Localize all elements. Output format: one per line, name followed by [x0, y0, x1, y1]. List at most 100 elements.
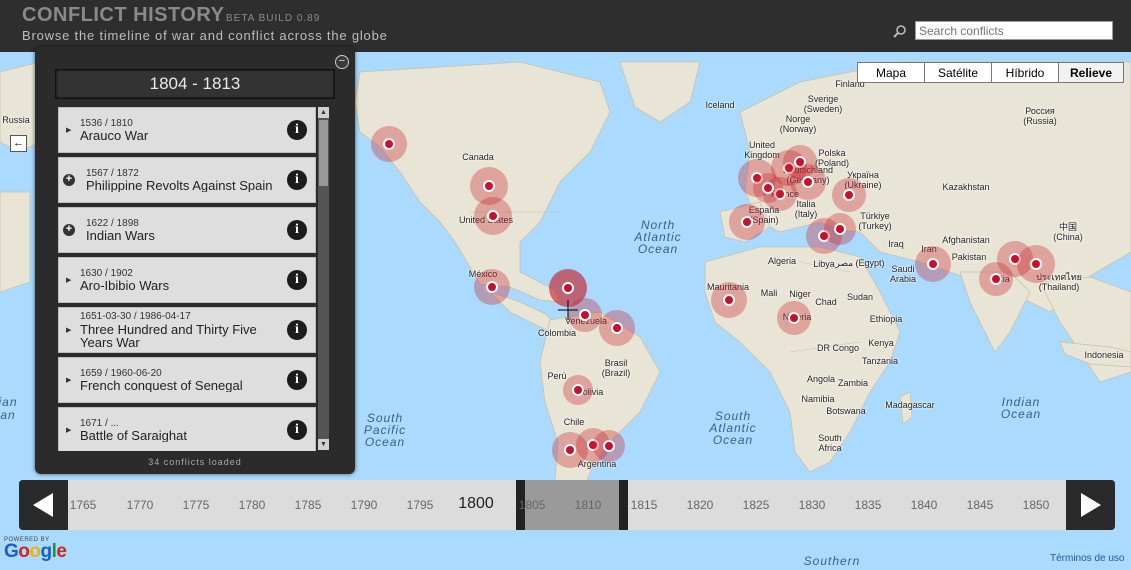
tick-label: 1815 — [630, 498, 658, 512]
date-range-display: 1804 - 1813 — [55, 69, 335, 99]
info-icon[interactable]: i — [287, 170, 307, 190]
conflict-dates: 1651-03-30 / 1986-04-17 — [80, 311, 191, 322]
tick-label: 1835 — [854, 498, 882, 512]
conflict-marker[interactable] — [371, 126, 407, 162]
label-colombia: Colombia — [537, 328, 577, 338]
label-namibia: Namibia — [801, 394, 835, 404]
info-icon[interactable]: i — [287, 120, 307, 140]
list-scrollbar[interactable]: ▲ ▼ — [318, 107, 329, 450]
conflict-dates: 1659 / 1960-06-20 — [80, 368, 162, 379]
conflict-name: Arauco War — [80, 129, 149, 142]
prev-arrow-icon — [33, 493, 53, 517]
list-item[interactable]: + 1567 / 1872 Philippine Revolts Against… — [58, 157, 316, 203]
collapse-icon[interactable]: − — [335, 55, 349, 69]
triangle-icon[interactable]: ▶ — [66, 126, 71, 134]
terms-link[interactable]: Términos de uso — [1050, 553, 1124, 564]
tick-label: 1810 — [574, 498, 602, 512]
search-icon[interactable] — [893, 24, 907, 38]
conflict-marker[interactable] — [563, 375, 593, 405]
label-tanzania: Tanzania — [861, 356, 899, 366]
info-icon[interactable]: i — [287, 370, 307, 390]
label-china: 中国 (China) — [1053, 222, 1083, 242]
conflict-marker[interactable] — [711, 282, 747, 318]
conflict-dates: 1536 / 1810 — [80, 118, 133, 129]
conflict-marker[interactable] — [777, 301, 811, 335]
label-brazil: Brasil (Brazil) — [601, 358, 631, 378]
label-kenya: Kenya — [868, 338, 894, 348]
label-north-atlantic: North Atlantic Ocean — [634, 218, 682, 256]
conflict-list-panel: − 1804 - 1813 ▶ 1536 / 1810 Arauco War i… — [35, 47, 355, 474]
label-chile: Chile — [563, 417, 585, 427]
expand-plus-icon[interactable]: + — [63, 174, 75, 186]
label-pakistan: Pakistan — [951, 252, 987, 262]
conflict-marker[interactable] — [593, 430, 625, 462]
label-botswana: Botswana — [826, 406, 866, 416]
info-icon[interactable]: i — [287, 320, 307, 340]
conflict-marker[interactable] — [753, 173, 783, 203]
conflict-marker[interactable] — [474, 269, 510, 305]
label-norway: Norge (Norway) — [779, 114, 817, 134]
map-type-relieve[interactable]: Relieve — [1058, 62, 1124, 83]
label-afghanistan: Afghanistan — [942, 235, 990, 245]
next-arrow-icon — [1081, 493, 1101, 517]
list-item[interactable]: ▶ 1630 / 1902 Aro-Ibibio Wars i — [58, 257, 316, 303]
conflict-name: Philippine Revolts Against Spain — [86, 179, 273, 192]
map-type-hibrido[interactable]: Híbrido — [991, 62, 1059, 83]
conflict-marker[interactable] — [474, 197, 512, 235]
conflict-marker[interactable] — [729, 204, 765, 240]
label-mali: Mali — [760, 288, 778, 298]
info-icon[interactable]: i — [287, 270, 307, 290]
label-algeria: Algeria — [767, 256, 797, 266]
tick-label: 1805 — [518, 498, 546, 512]
label-southern: Southern — [803, 554, 861, 568]
build-label: BETA BUILD 0.89 — [226, 13, 321, 24]
list-item[interactable]: ▶ 1651-03-30 / 1986-04-17 Three Hundred … — [58, 307, 316, 353]
triangle-icon[interactable]: ▶ — [66, 276, 71, 284]
tick-label: 1795 — [406, 498, 434, 512]
triangle-icon[interactable]: ▶ — [66, 426, 71, 434]
list-item[interactable]: ▶ 1671 / ... Battle of Saraighat i — [58, 407, 316, 451]
tick-label: 1840 — [910, 498, 938, 512]
conflict-marker[interactable] — [599, 310, 635, 346]
scroll-down-icon[interactable]: ▼ — [318, 439, 329, 450]
label-south-pacific: South Pacific Ocean — [363, 411, 407, 449]
conflict-marker[interactable] — [915, 246, 951, 282]
timeline-strip[interactable]: 1765 1770 1775 1780 1785 1790 1795 1800 … — [68, 480, 1066, 530]
info-icon[interactable]: i — [287, 420, 307, 440]
expand-plus-icon[interactable]: + — [63, 224, 75, 236]
label-iceland: Iceland — [705, 100, 735, 110]
tick-label: 1780 — [238, 498, 266, 512]
app-subtitle: Browse the timeline of war and conflict … — [22, 28, 388, 43]
timeline-next-button[interactable] — [1066, 480, 1115, 530]
triangle-icon[interactable]: ▶ — [66, 376, 71, 384]
timeline-prev-button[interactable] — [19, 480, 68, 530]
label-kazakhstan: Kazakhstan — [942, 182, 990, 192]
scroll-thumb[interactable] — [319, 120, 328, 186]
conflict-dates: 1630 / 1902 — [80, 268, 133, 279]
scroll-up-icon[interactable]: ▲ — [318, 107, 329, 118]
conflict-name: Indian Wars — [86, 229, 155, 242]
list-item[interactable]: + 1622 / 1898 Indian Wars i — [58, 207, 316, 253]
label-zambia: Zambia — [837, 378, 869, 388]
crosshair-cursor-icon — [558, 300, 578, 320]
label-russia-right: Россия (Russia) — [1023, 106, 1057, 126]
conflict-marker[interactable] — [832, 178, 866, 212]
search-input[interactable] — [915, 21, 1113, 40]
map-type-mapa[interactable]: Mapa — [857, 62, 925, 83]
tick-label: 1770 — [126, 498, 154, 512]
conflict-marker[interactable] — [824, 213, 856, 245]
powered-by-google[interactable]: POWERED BY Google — [4, 537, 67, 561]
label-indian-ocean: Indian Ocean — [1000, 395, 1042, 421]
list-item[interactable]: ▶ 1659 / 1960-06-20 French conquest of S… — [58, 357, 316, 403]
label-canada: Canada — [462, 152, 494, 162]
triangle-icon[interactable]: ▶ — [66, 326, 71, 334]
tick-label: 1765 — [69, 498, 97, 512]
tick-label: 1820 — [686, 498, 714, 512]
map-type-satelite[interactable]: Satélite — [924, 62, 992, 83]
nav-left-button[interactable]: ← — [10, 135, 27, 152]
conflict-marker[interactable] — [1017, 245, 1055, 283]
info-icon[interactable]: i — [287, 220, 307, 240]
conflict-list[interactable]: ▶ 1536 / 1810 Arauco War i + 1567 / 1872… — [55, 105, 321, 451]
tick-label: 1785 — [294, 498, 322, 512]
list-item[interactable]: ▶ 1536 / 1810 Arauco War i — [58, 107, 316, 153]
